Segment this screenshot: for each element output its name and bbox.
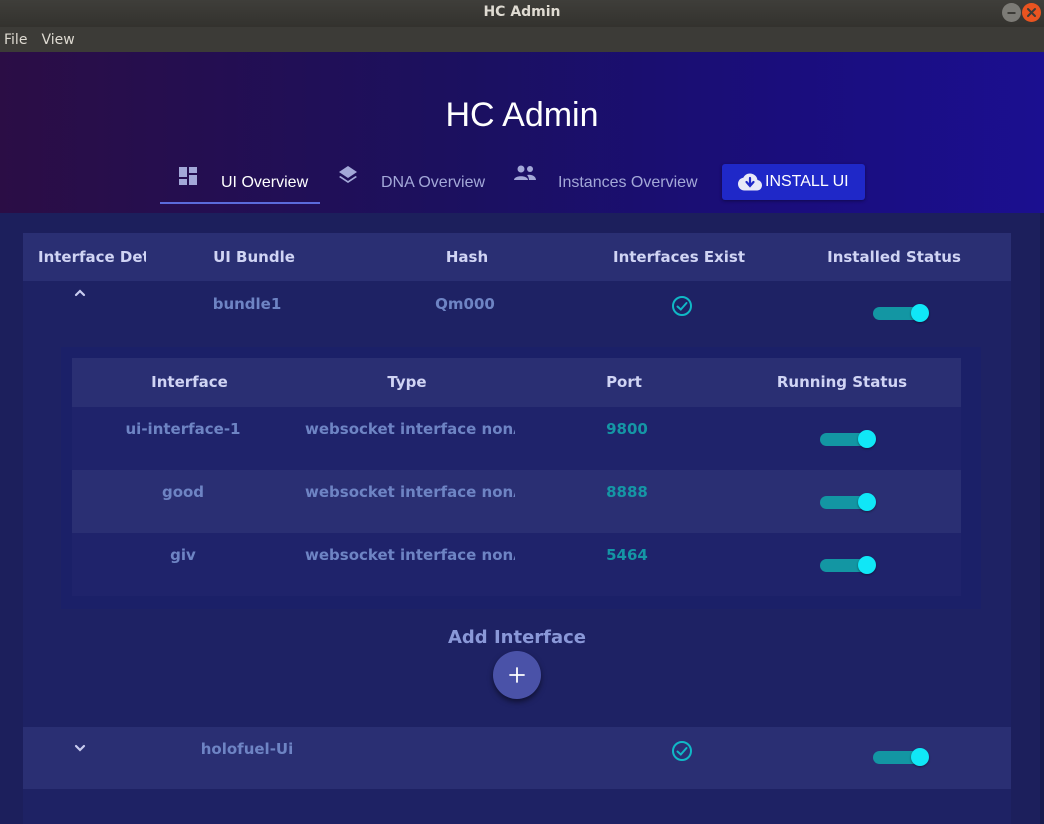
header-type: Type (387, 373, 427, 391)
interfaces-panel: Interface Type Port Running Status ui-in… (61, 347, 981, 609)
ui-table-card: Interface Details UI Bundle Hash Interfa… (23, 233, 1011, 824)
interface-type: websocket interface nonAdmin (305, 483, 515, 501)
header-hash: Hash (445, 248, 489, 266)
bundle-name: bundle1 (212, 295, 282, 313)
table-row: holofuel-Ui (23, 727, 1011, 789)
app-header: HC Admin UI Overview DNA Overview Instan… (0, 52, 1044, 213)
bundle-hash: Qm000 (435, 295, 495, 313)
tab-ui-overview[interactable]: UI Overview (160, 162, 320, 204)
interface-type: websocket interface nonAdmin (305, 420, 515, 438)
menubar: File View (0, 27, 1044, 52)
interface-row: giv websocket interface nonAdmin 5464 (72, 533, 961, 596)
interfaces-table: Interface Type Port Running Status ui-in… (72, 358, 961, 596)
interface-port: 5464 (606, 546, 648, 564)
close-button[interactable] (1022, 3, 1041, 22)
menu-view[interactable]: View (41, 32, 74, 48)
minimize-icon (1007, 12, 1016, 14)
toggle-thumb (911, 748, 929, 766)
interface-name: good (161, 483, 205, 501)
header-interface: Interface (151, 373, 228, 391)
window-titlebar: HC Admin (0, 0, 1044, 27)
people-icon (514, 165, 536, 180)
plus-icon (509, 667, 525, 683)
dashboard-icon (179, 167, 197, 185)
header-interfaces-exist: Interfaces Exist (612, 248, 746, 266)
running-toggle[interactable] (820, 555, 878, 575)
chevron-up-icon[interactable] (73, 288, 87, 298)
interface-port: 9800 (606, 420, 648, 438)
main-content: Interface Details UI Bundle Hash Interfa… (0, 213, 1044, 824)
running-toggle[interactable] (820, 429, 878, 449)
running-toggle[interactable] (820, 492, 878, 512)
add-interface-label: Add Interface (447, 627, 587, 648)
header-running-status: Running Status (776, 373, 908, 391)
add-interface-button[interactable] (493, 651, 541, 699)
ui-table-header: Interface Details UI Bundle Hash Interfa… (23, 233, 1011, 281)
toggle-thumb (858, 430, 876, 448)
header-interface-details: Interface Details (38, 248, 146, 266)
scrollbar[interactable] (1040, 213, 1044, 824)
header-ui-bundle: UI Bundle (213, 248, 295, 266)
interfaces-table-header: Interface Type Port Running Status (72, 358, 961, 407)
tab-label: DNA Overview (381, 174, 486, 191)
header-installed-status: Installed Status (827, 248, 961, 266)
main-nav: UI Overview DNA Overview Instances Overv… (0, 162, 1044, 208)
install-ui-label: INSTALL UI (765, 173, 849, 190)
close-icon (1027, 8, 1036, 17)
bundle-name: holofuel-Ui (200, 740, 294, 758)
cloud-download-icon (738, 173, 762, 191)
interface-port: 8888 (606, 483, 648, 501)
interface-type: websocket interface nonAdmin (305, 546, 515, 564)
chevron-down-icon[interactable] (73, 743, 87, 753)
table-row: bundle1 Qm000 (23, 281, 1011, 347)
tab-label: UI Overview (221, 174, 309, 191)
tab-label: Instances Overview (558, 174, 698, 191)
toggle-thumb (911, 304, 929, 322)
install-ui-button[interactable]: INSTALL UI (722, 164, 865, 200)
layers-icon (339, 166, 357, 183)
toggle-thumb (858, 556, 876, 574)
interface-row: ui-interface-1 websocket interface nonAd… (72, 407, 961, 470)
window-title: HC Admin (483, 4, 561, 20)
minimize-button[interactable] (1002, 3, 1021, 22)
toggle-thumb (858, 493, 876, 511)
interface-name: giv (170, 546, 196, 564)
installed-toggle[interactable] (873, 303, 931, 323)
tab-instances-overview[interactable]: Instances Overview (513, 162, 703, 204)
app-title: HC Admin (445, 96, 599, 134)
interface-row: good websocket interface nonAdmin 8888 (72, 470, 961, 533)
menu-file[interactable]: File (4, 32, 27, 48)
check-circle-icon (672, 741, 692, 761)
window-controls (1002, 3, 1041, 22)
header-port: Port (606, 373, 642, 391)
interface-name: ui-interface-1 (125, 420, 241, 438)
installed-toggle[interactable] (873, 747, 931, 767)
tab-dna-overview[interactable]: DNA Overview (337, 162, 497, 204)
check-circle-icon (672, 296, 692, 316)
